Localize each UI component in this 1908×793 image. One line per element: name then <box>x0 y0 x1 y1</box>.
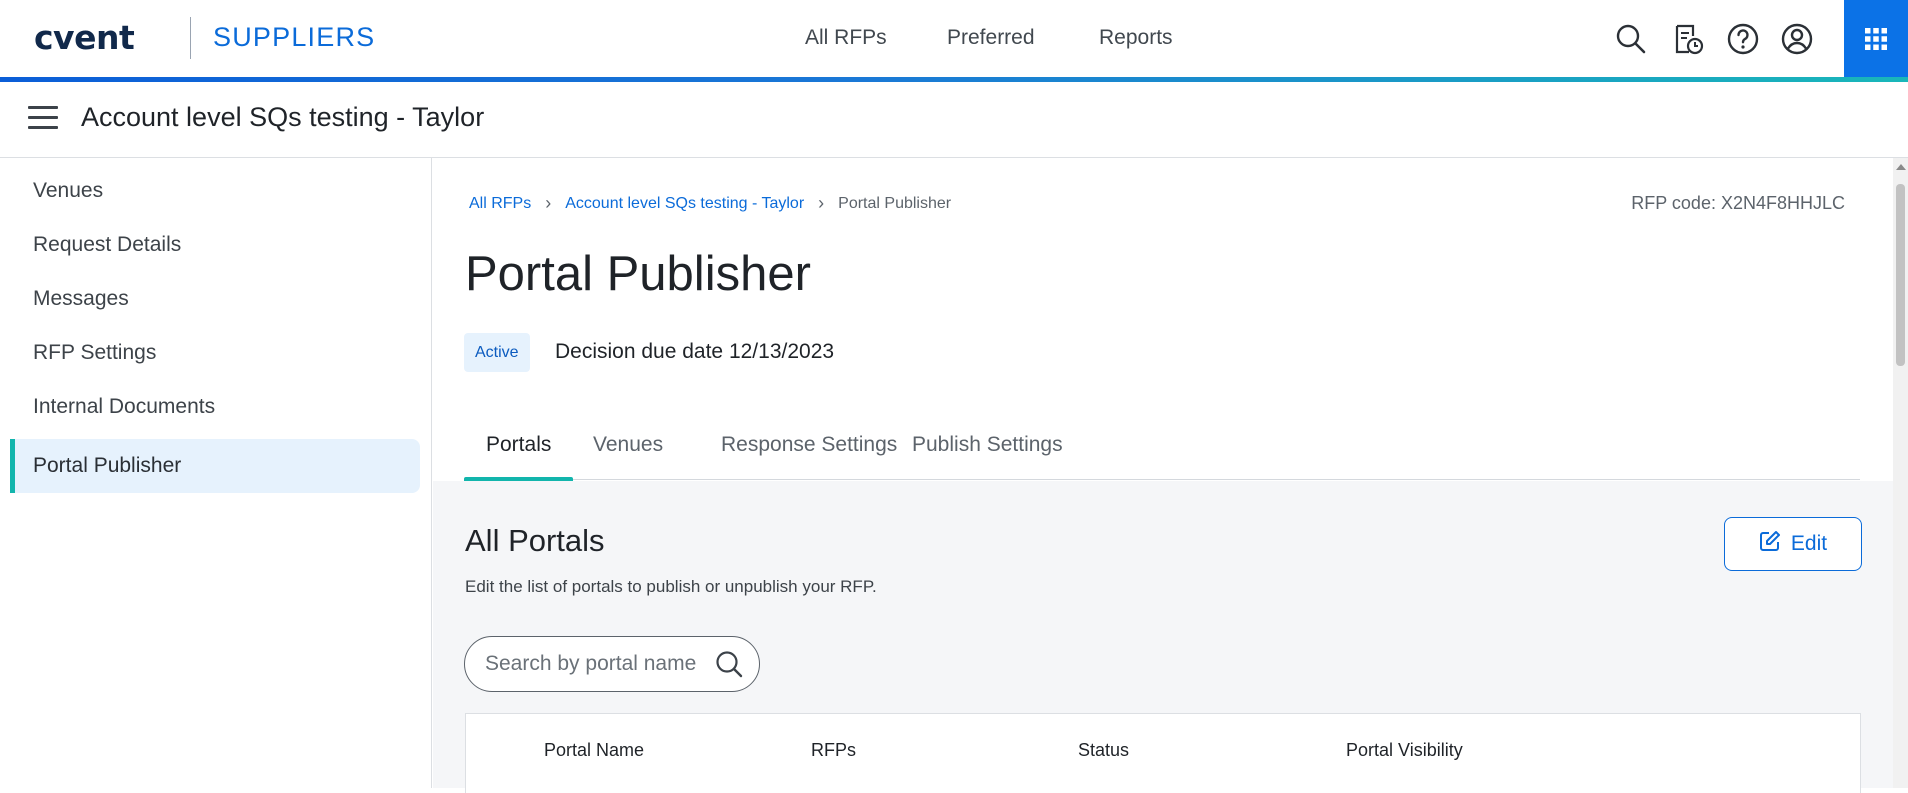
panel-description: Edit the list of portals to publish or u… <box>465 577 877 596</box>
column-header-rfps[interactable]: RFPs <box>811 740 856 761</box>
column-header-portal-visibility[interactable]: Portal Visibility <box>1346 740 1463 761</box>
sidebar-item-messages[interactable]: Messages <box>10 272 420 326</box>
cvent-logo[interactable]: cvent <box>34 18 135 57</box>
status-badge: Active <box>464 333 530 372</box>
breadcrumb-current: Portal Publisher <box>838 194 952 212</box>
scroll-up-icon[interactable] <box>1896 164 1906 170</box>
search-icon[interactable] <box>714 649 744 679</box>
edit-icon <box>1759 530 1781 558</box>
breadcrumb: All RFPs › Account level SQs testing - T… <box>469 193 951 214</box>
help-icon[interactable] <box>1726 22 1760 56</box>
suppliers-brand-label: SUPPLIERS <box>213 22 376 52</box>
sidebar-item-request-details[interactable]: Request Details <box>10 218 420 272</box>
tab-bar: Portals Venues Response Settings Publish… <box>463 420 1860 481</box>
breadcrumb-all-rfps[interactable]: All RFPs <box>469 195 531 213</box>
menu-icon[interactable] <box>28 106 58 132</box>
sidebar-item-internal-documents[interactable]: Internal Documents <box>10 380 420 434</box>
nav-all-rfps[interactable]: All RFPs <box>805 26 887 50</box>
tab-venues[interactable]: Venues <box>593 420 663 480</box>
column-header-portal-name[interactable]: Portal Name <box>544 740 644 761</box>
main-content: All RFPs › Account level SQs testing - T… <box>433 158 1893 793</box>
account-icon[interactable] <box>1780 22 1814 56</box>
event-title: Account level SQs testing - Taylor <box>81 102 485 132</box>
scrollbar-thumb[interactable] <box>1896 184 1905 366</box>
page-title: Portal Publisher <box>465 247 811 301</box>
tab-response-settings[interactable]: Response Settings <box>721 420 897 480</box>
nav-preferred[interactable]: Preferred <box>947 26 1035 50</box>
portal-search-box <box>464 636 760 692</box>
page-scrollbar[interactable] <box>1893 158 1908 788</box>
logo-divider <box>190 17 191 59</box>
tab-portals[interactable]: Portals <box>463 420 574 481</box>
chevron-right-icon: › <box>545 193 552 213</box>
sidebar-item-venues[interactable]: Venues <box>10 164 420 218</box>
column-header-status[interactable]: Status <box>1078 740 1129 761</box>
edit-button[interactable]: Edit <box>1724 517 1862 571</box>
search-icon[interactable] <box>1614 22 1648 56</box>
nav-reports[interactable]: Reports <box>1099 26 1173 50</box>
decision-due-date: Decision due date 12/13/2023 <box>555 340 835 363</box>
breadcrumb-event[interactable]: Account level SQs testing - Taylor <box>565 195 804 213</box>
edit-label: Edit <box>1790 532 1828 555</box>
sidebar: Venues Request Details Messages RFP Sett… <box>0 158 432 788</box>
chevron-right-icon: › <box>818 193 825 213</box>
portals-table: Portal Name RFPs Status Portal Visibilit… <box>465 713 1861 793</box>
panel-title: All Portals <box>465 523 605 558</box>
all-portals-panel: All Portals Edit the list of portals to … <box>433 481 1893 793</box>
rfp-history-icon[interactable] <box>1671 22 1705 56</box>
sidebar-item-rfp-settings[interactable]: RFP Settings <box>10 326 420 380</box>
apps-grid-icon[interactable] <box>1844 0 1908 77</box>
portal-search-input[interactable] <box>485 637 705 691</box>
event-title-bar: Account level SQs testing - Taylor <box>0 82 1908 158</box>
rfp-code: RFP code: X2N4F8HHJLC <box>1631 193 1845 213</box>
top-navigation-bar: cvent SUPPLIERS All RFPs Preferred Repor… <box>0 0 1908 82</box>
tab-publish-settings[interactable]: Publish Settings <box>912 420 1063 480</box>
sidebar-item-portal-publisher[interactable]: Portal Publisher <box>10 439 420 493</box>
